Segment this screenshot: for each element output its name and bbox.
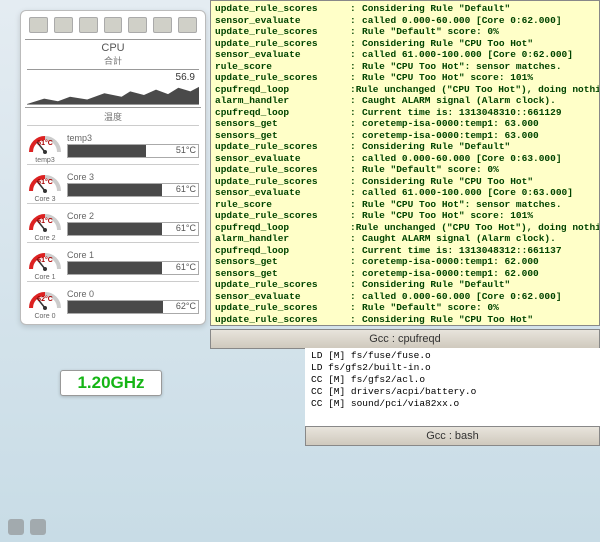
log-line: cpufreqd_loop:Current time is: 131304831… — [215, 107, 595, 119]
terminal-bash[interactable]: LD [M] fs/fuse/fuse.o LD fs/gfs2/built-i… — [305, 348, 600, 428]
sensor-bar-value: 61°C — [176, 184, 196, 194]
log-line: update_rule_scores:Considering Rule "Def… — [215, 3, 595, 15]
gauge-label: temp3 — [27, 157, 63, 164]
sensor-row: 61°C Core 2 Core 2 61°C — [27, 203, 199, 240]
toolbar-icon[interactable] — [29, 17, 48, 33]
widget-toolbar — [25, 15, 201, 39]
sensor-bar: 51°C — [67, 144, 199, 158]
sensor-bar-value: 61°C — [176, 262, 196, 272]
sensor-bar: 61°C — [67, 261, 199, 275]
log-line: sensor_evaluate:called 61.000-100.000 [C… — [215, 49, 595, 61]
toolbar-icon[interactable] — [54, 17, 73, 33]
log-line: cpufreqd_loop:Rule unchanged ("CPU Too H… — [215, 222, 595, 234]
desktop-tray — [0, 516, 600, 538]
log-line: update_rule_scores:Rule "Default" score:… — [215, 164, 595, 176]
log-line: update_rule_scores:Rule "Default" score:… — [215, 26, 595, 38]
gauge-value: 51°C — [27, 140, 63, 147]
terminal-cpufreqd[interactable]: update_rule_scores:Considering Rule "Def… — [210, 0, 600, 326]
log-line: update_rule_scores:Rule "CPU Too Hot" sc… — [215, 210, 595, 222]
build-line: LD fs/gfs2/built-in.o — [311, 362, 594, 374]
log-line: sensors_get:coretemp-isa-0000:temp1: 63.… — [215, 130, 595, 142]
log-line: alarm_handler:Caught ALARM signal (Alarm… — [215, 95, 595, 107]
gauge-icon: 61°C Core 3 — [27, 167, 63, 201]
log-line: sensors_get:coretemp-isa-0000:temp1: 62.… — [215, 256, 595, 268]
log-line: update_rule_scores:Rule "Default" score:… — [215, 302, 595, 314]
sensor-bar: 62°C — [67, 300, 199, 314]
log-line: alarm_handler:Caught ALARM signal (Alarm… — [215, 233, 595, 245]
terminal-titlebar-cpufreqd[interactable]: Gcc : cpufreqd — [210, 329, 600, 349]
gauge-value: 61°C — [27, 218, 63, 225]
build-line: CC [M] fs/gfs2/acl.o — [311, 374, 594, 386]
gauge-label: Core 3 — [27, 196, 63, 203]
sensor-row: 61°C Core 1 Core 1 61°C — [27, 242, 199, 279]
gauge-icon: 62°C Core 0 — [27, 284, 63, 318]
gauge-value: 61°C — [27, 257, 63, 264]
log-line: sensor_evaluate:called 0.000-60.000 [Cor… — [215, 15, 595, 27]
log-line: sensors_get:coretemp-isa-0000:temp1: 63.… — [215, 118, 595, 130]
log-line: rule_score:Rule "CPU Too Hot": sensor ma… — [215, 61, 595, 73]
cpu-frequency-label: 1.20GHz — [60, 370, 162, 396]
temp-heading: 温度 — [25, 107, 201, 123]
log-line: update_rule_scores:Considering Rule "CPU… — [215, 314, 595, 326]
log-line: cpufreqd_loop:Current time is: 131304831… — [215, 245, 595, 257]
cpu-heading: CPU — [25, 39, 201, 54]
sensor-bar: 61°C — [67, 183, 199, 197]
gauge-value: 61°C — [27, 179, 63, 186]
gauge-value: 62°C — [27, 296, 63, 303]
sensor-row: 62°C Core 0 Core 0 62°C — [27, 281, 199, 318]
system-monitor-widget[interactable]: CPU 合計 56.9 温度 51°C temp3 temp3 51°C 61°C Cor… — [20, 10, 206, 325]
sensor-name: Core 2 — [67, 211, 199, 221]
log-line: sensor_evaluate:called 61.000-100.000 [C… — [215, 187, 595, 199]
sensor-row: 51°C temp3 temp3 51°C — [27, 125, 199, 162]
cpu-sublabel: 合計 — [25, 54, 201, 67]
sensor-bar-value: 61°C — [176, 223, 196, 233]
log-line: rule_score:Rule "CPU Too Hot": sensor ma… — [215, 199, 595, 211]
gauge-icon: 61°C Core 2 — [27, 206, 63, 240]
toolbar-icon[interactable] — [128, 17, 147, 33]
toolbar-icon[interactable] — [79, 17, 98, 33]
log-line: sensor_evaluate:called 0.000-60.000 [Cor… — [215, 153, 595, 165]
sensor-bar-value: 62°C — [176, 301, 196, 311]
tray-icon[interactable] — [30, 519, 46, 535]
tray-icon[interactable] — [8, 519, 24, 535]
sensor-name: Core 3 — [67, 172, 199, 182]
log-line: update_rule_scores:Considering Rule "CPU… — [215, 176, 595, 188]
gauge-label: Core 2 — [27, 235, 63, 242]
sensor-name: Core 1 — [67, 250, 199, 260]
cpu-value: 56.9 — [176, 72, 195, 83]
build-line: LD [M] fs/fuse/fuse.o — [311, 350, 594, 362]
sensor-bar-value: 51°C — [176, 145, 196, 155]
log-line: cpufreqd_loop:Rule unchanged ("CPU Too H… — [215, 84, 595, 96]
build-line: CC [M] drivers/acpi/battery.o — [311, 386, 594, 398]
log-line: update_rule_scores:Considering Rule "Def… — [215, 141, 595, 153]
build-line: CC [M] sound/pci/via82xx.o — [311, 398, 594, 410]
toolbar-icon[interactable] — [178, 17, 197, 33]
sensor-name: Core 0 — [67, 289, 199, 299]
toolbar-icon[interactable] — [153, 17, 172, 33]
log-line: sensor_evaluate:called 61.000-100.000 [C… — [215, 325, 595, 326]
gauge-label: Core 0 — [27, 313, 63, 320]
sensor-row: 61°C Core 3 Core 3 61°C — [27, 164, 199, 201]
gauge-icon: 51°C temp3 — [27, 128, 63, 162]
log-line: sensor_evaluate:called 0.000-60.000 [Cor… — [215, 291, 595, 303]
sensor-bar: 61°C — [67, 222, 199, 236]
terminal-titlebar-bash[interactable]: Gcc : bash — [305, 426, 600, 446]
gauge-icon: 61°C Core 1 — [27, 245, 63, 279]
toolbar-icon[interactable] — [104, 17, 123, 33]
gauge-label: Core 1 — [27, 274, 63, 281]
log-line: update_rule_scores:Rule "CPU Too Hot" sc… — [215, 72, 595, 84]
log-line: update_rule_scores:Considering Rule "CPU… — [215, 38, 595, 50]
log-line: update_rule_scores:Considering Rule "Def… — [215, 279, 595, 291]
cpu-usage-graph: 56.9 — [27, 69, 199, 105]
log-line: sensors_get:coretemp-isa-0000:temp1: 62.… — [215, 268, 595, 280]
sensor-name: temp3 — [67, 133, 199, 143]
